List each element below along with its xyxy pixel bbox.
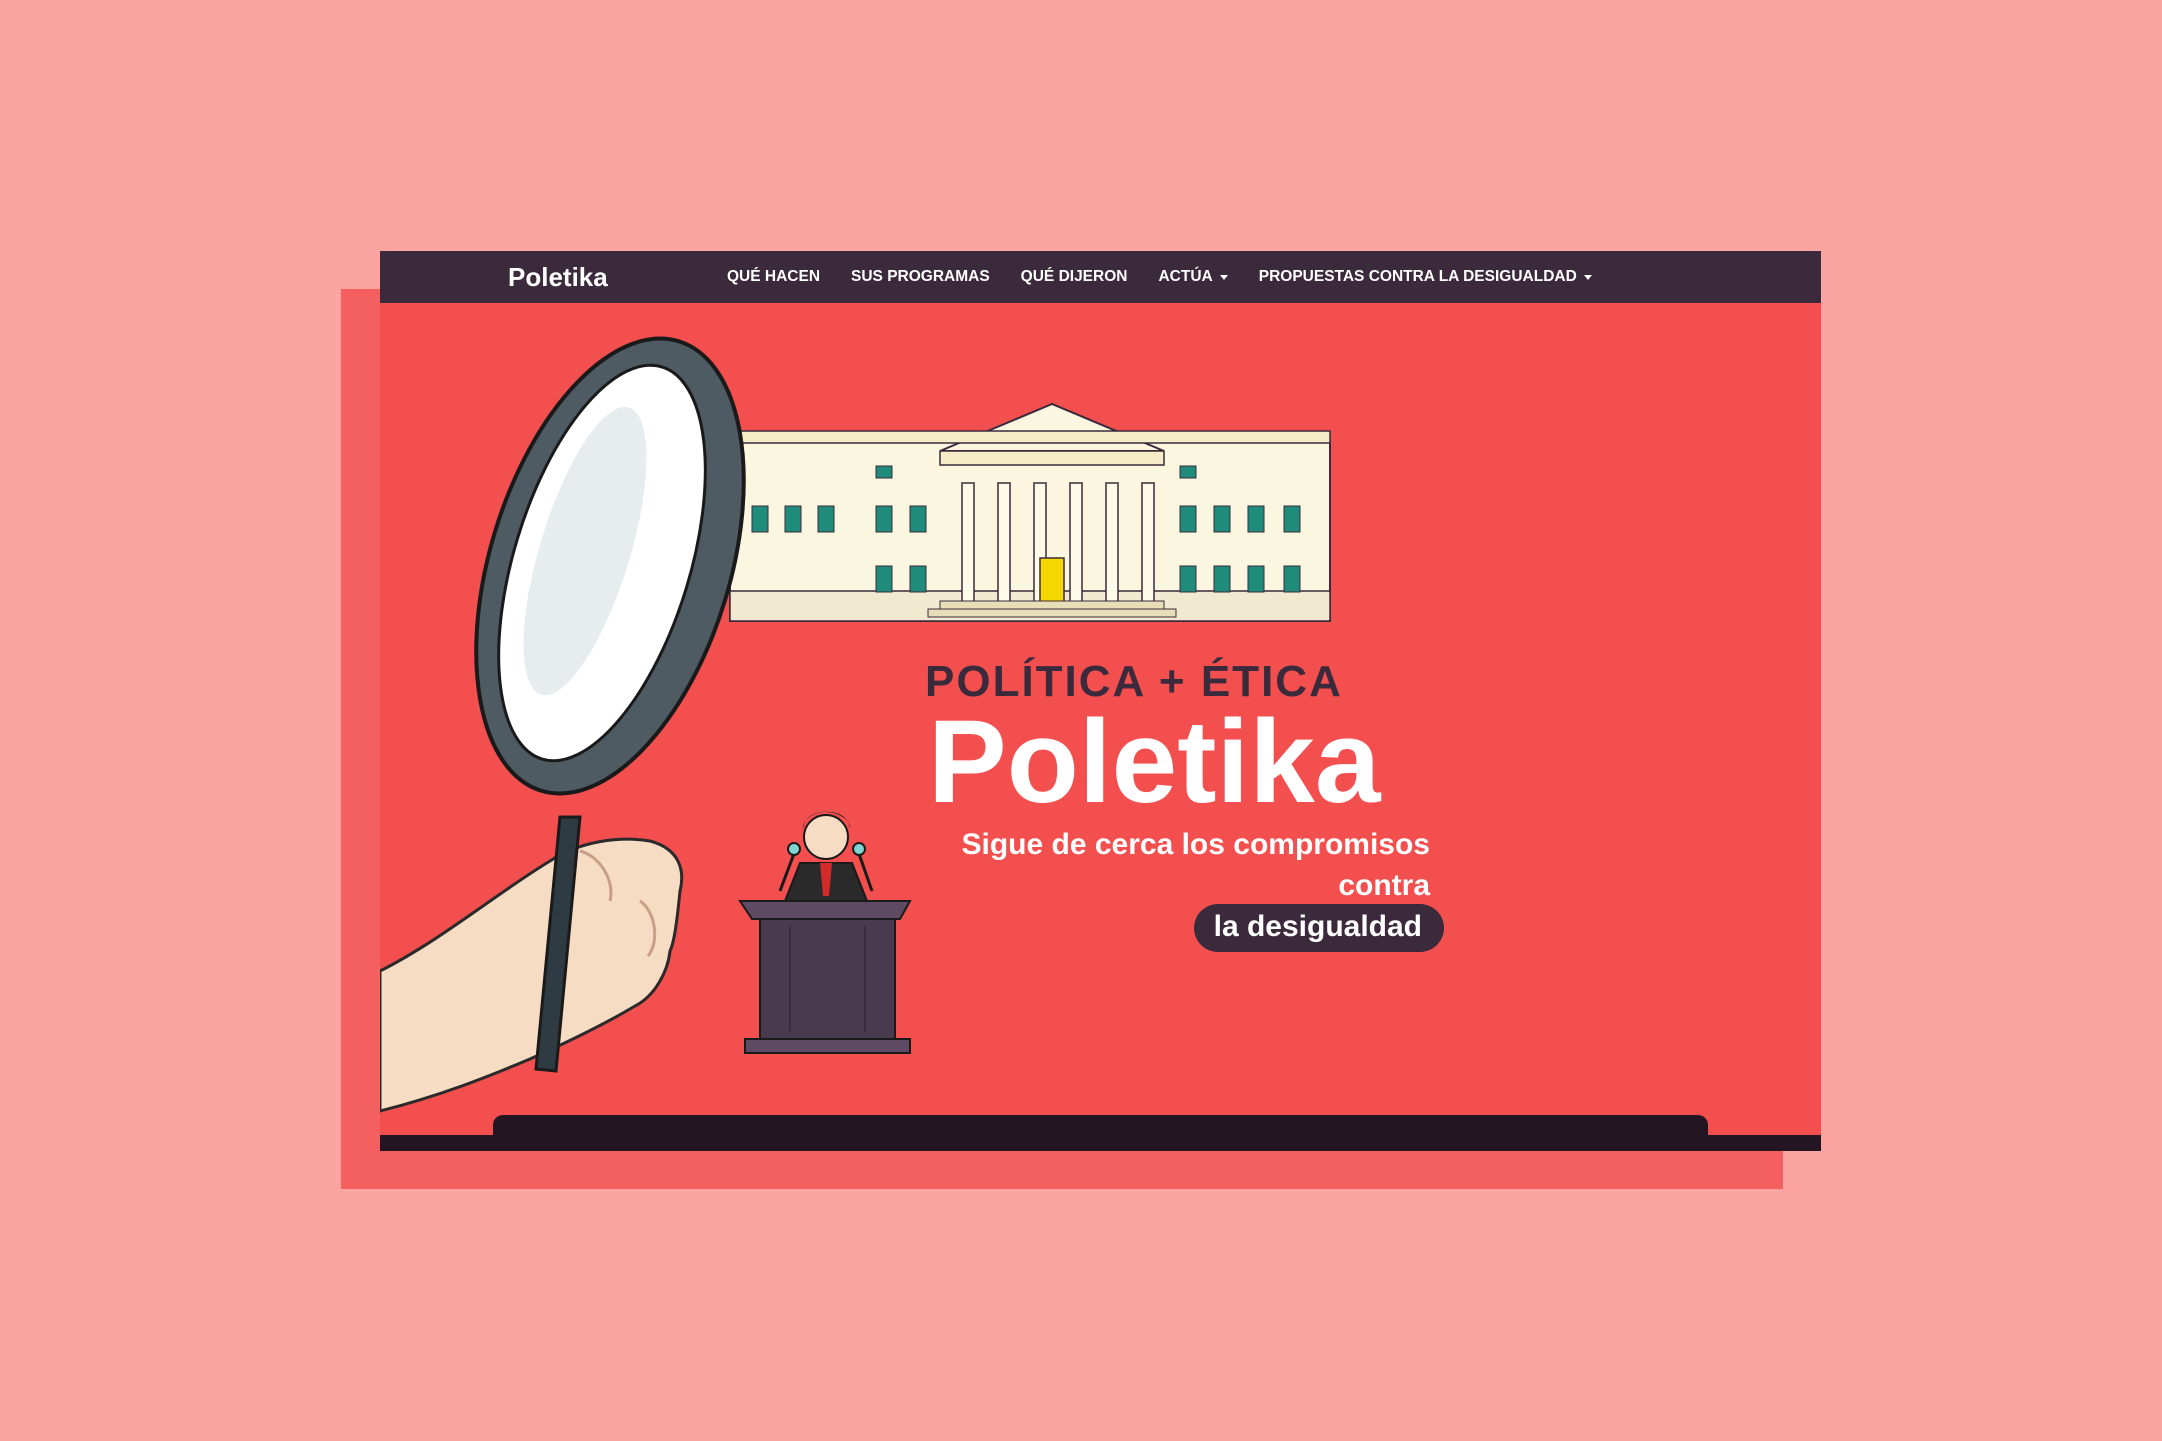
nav-item-sus-programas[interactable]: SUS PROGRAMAS [851,268,990,286]
hero-subtitle: Sigue de cerca los compromisos contra [925,824,1430,906]
navbar: Poletika QUÉ HACEN SUS PROGRAMAS QUÉ DIJ… [380,251,1821,303]
nav-item-label: SUS PROGRAMAS [851,268,990,285]
caret-down-icon [1219,274,1228,280]
nav-item-label: ACTÚA [1158,268,1213,285]
nav-item-label: PROPUESTAS CONTRA LA DESIGUALDAD [1258,268,1577,285]
hand-icon [380,837,684,1113]
nav-item-propuestas[interactable]: PROPUESTAS CONTRA LA DESIGUALDAD [1259,268,1592,286]
content-panel-edge [493,1115,1708,1135]
nav-links: QUÉ HACEN SUS PROGRAMAS QUÉ DIJERON ACTÚ… [727,251,1623,303]
caret-down-icon [1583,274,1592,280]
parliament-building-icon [729,402,1331,622]
hero-subtitle-line2: contra [1338,869,1430,902]
hero-highlight-wrap: la desigualdad [380,904,1444,952]
hero-title: Poletika [928,696,1381,828]
brand-logo[interactable]: Poletika [508,262,608,293]
hero-subtitle-line1: Sigue de cerca los compromisos [961,828,1430,861]
bottom-strip [380,1135,1821,1151]
nav-item-label: QUÉ HACEN [727,268,821,285]
hero-highlight-pill: la desigualdad [1193,904,1444,952]
nav-item-que-dijeron[interactable]: QUÉ DIJERON [1021,268,1128,286]
website-screenshot: Poletika QUÉ HACEN SUS PROGRAMAS QUÉ DIJ… [380,251,1821,1151]
nav-item-label: QUÉ DIJERON [1020,268,1128,285]
nav-item-actua[interactable]: ACTÚA [1158,268,1228,286]
nav-item-que-hacen[interactable]: QUÉ HACEN [727,268,820,286]
